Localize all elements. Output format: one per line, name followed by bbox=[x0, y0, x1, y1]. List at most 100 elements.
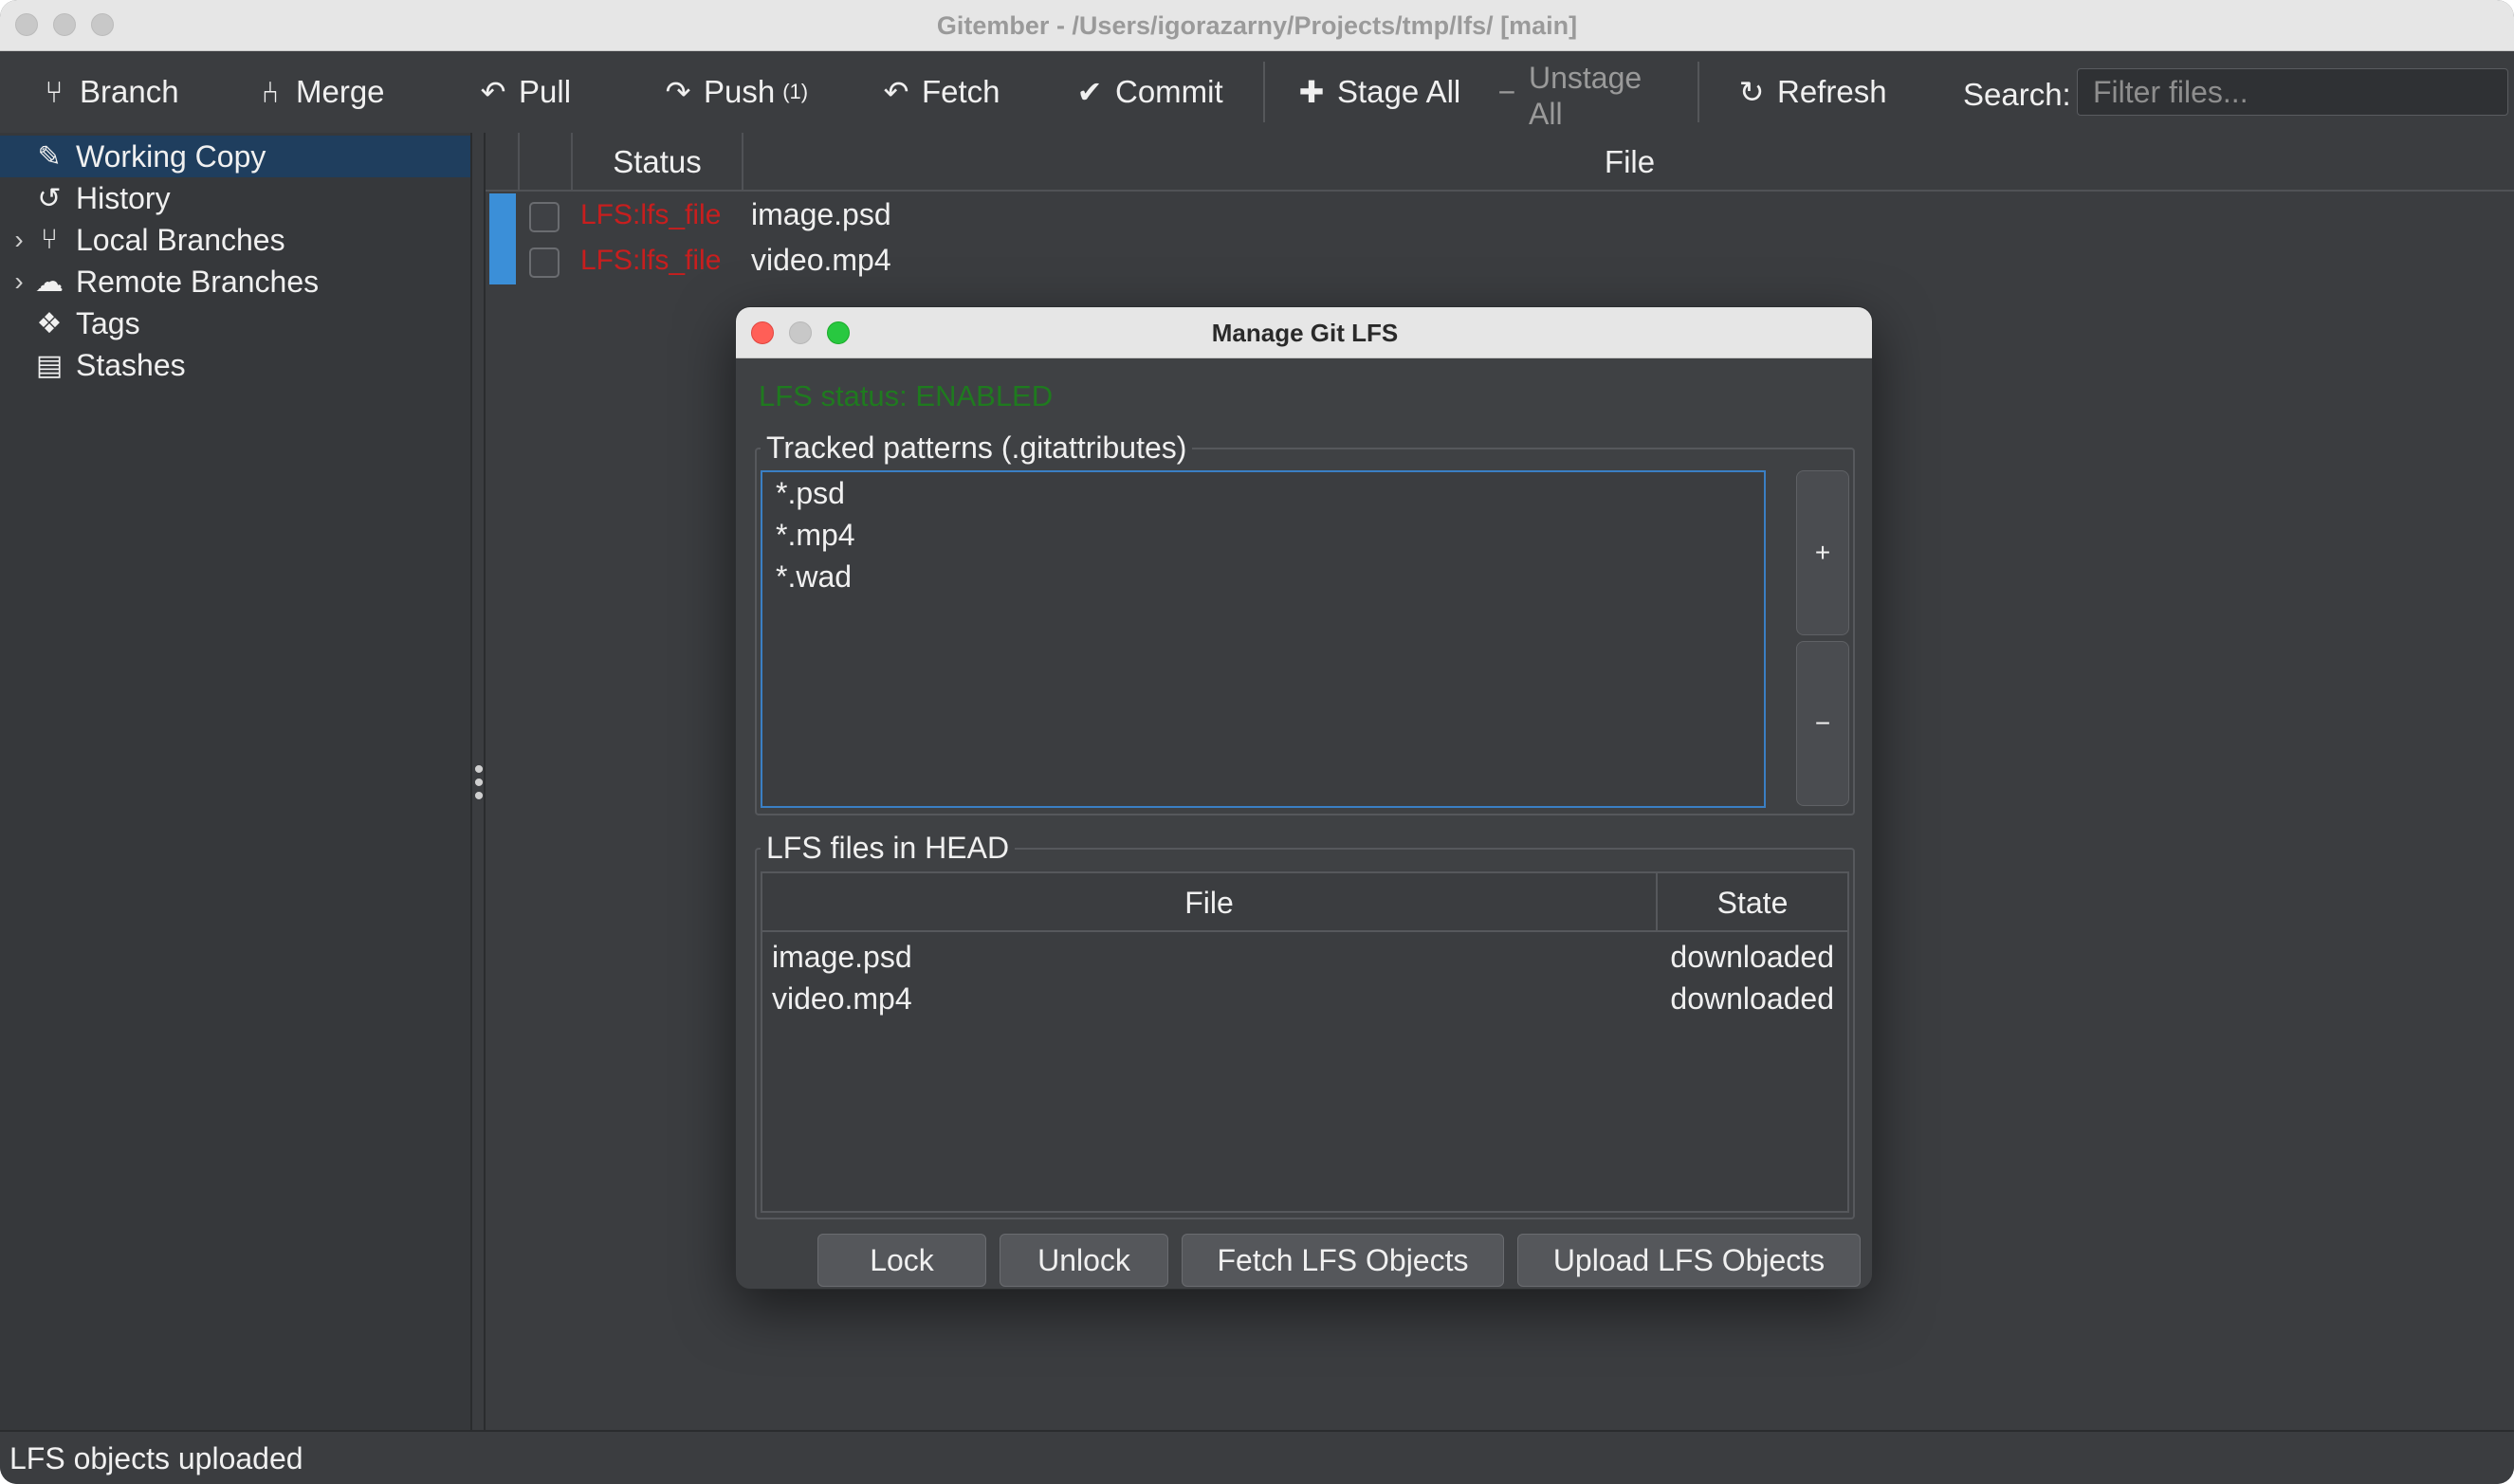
sidebar-item-history[interactable]: ↺ History bbox=[0, 177, 470, 219]
row-marker bbox=[489, 193, 516, 239]
lfs-files-header: File State bbox=[762, 873, 1847, 932]
pattern-item[interactable]: *.mp4 bbox=[776, 518, 855, 553]
push-button[interactable]: ↷ Push (1) bbox=[662, 65, 809, 119]
dialog-title: Manage Git LFS bbox=[1211, 319, 1399, 347]
upload-lfs-objects-button[interactable]: Upload LFS Objects bbox=[1517, 1234, 1861, 1287]
window-title: Gitember - /Users/igorazarny/Projects/tm… bbox=[936, 11, 1578, 40]
title-bar: Gitember - /Users/igorazarny/Projects/tm… bbox=[0, 0, 2514, 51]
lfs-file-state: downloaded bbox=[1670, 981, 1834, 1016]
status-column-header[interactable]: Status bbox=[573, 133, 743, 192]
sidebar-item-label: Tags bbox=[76, 305, 140, 340]
merge-label: Merge bbox=[296, 74, 385, 109]
dialog-title-bar: Manage Git LFS bbox=[736, 307, 1872, 358]
branch-icon: ⑂ bbox=[41, 224, 58, 255]
commit-label: Commit bbox=[1115, 74, 1223, 109]
manage-lfs-dialog: Manage Git LFS LFS status: ENABLED Track… bbox=[735, 306, 1873, 1290]
sidebar-item-label: Local Branches bbox=[76, 222, 285, 257]
lock-button[interactable]: Lock bbox=[817, 1234, 986, 1287]
stripe-column-header bbox=[486, 133, 520, 192]
push-count-badge: (1) bbox=[782, 80, 809, 103]
fetch-label: Fetch bbox=[922, 74, 1000, 109]
lfs-file-state: downloaded bbox=[1670, 940, 1834, 974]
file-row[interactable]: LFS:lfs_file image.psd bbox=[486, 193, 2514, 239]
unstage-line-1: Unstage bbox=[1529, 61, 1642, 95]
stage-checkbox[interactable] bbox=[529, 247, 560, 278]
merge-button[interactable]: ⑃ Merge bbox=[254, 65, 385, 119]
app-window: Gitember - /Users/igorazarny/Projects/tm… bbox=[0, 0, 2514, 1484]
checkbox-column-header bbox=[520, 133, 573, 192]
add-pattern-button[interactable]: + bbox=[1796, 470, 1849, 635]
undo-arrow-icon: ↶ bbox=[480, 75, 506, 109]
stage-all-label: Stage All bbox=[1337, 74, 1461, 109]
chevron-right-icon[interactable]: › bbox=[6, 225, 32, 255]
file-name: video.mp4 bbox=[751, 243, 891, 277]
sidebar-item-working-copy[interactable]: ✎ Working Copy bbox=[0, 136, 470, 177]
merge-icon: ⑃ bbox=[261, 74, 280, 109]
edit-icon: ✎ bbox=[37, 140, 62, 173]
patterns-list[interactable]: *.psd *.mp4 *.wad bbox=[761, 470, 1766, 808]
lfs-files-label: LFS files in HEAD bbox=[761, 831, 1016, 866]
plus-icon: ✚ bbox=[1298, 75, 1325, 109]
pattern-item[interactable]: *.psd bbox=[776, 476, 845, 511]
sidebar-item-stashes[interactable]: ▤ Stashes bbox=[0, 344, 470, 386]
sidebar-item-label: History bbox=[76, 180, 171, 215]
refresh-button[interactable]: ↻ Refresh bbox=[1735, 65, 1887, 119]
pull-label: Pull bbox=[519, 74, 572, 109]
file-row[interactable]: LFS:lfs_file video.mp4 bbox=[486, 239, 2514, 284]
stage-all-button[interactable]: ✚ Stage All bbox=[1295, 65, 1461, 119]
status-message: LFS objects uploaded bbox=[9, 1441, 303, 1475]
lfs-file-name: image.psd bbox=[772, 940, 912, 974]
sidebar-item-remote-branches[interactable]: › ☁ Remote Branches bbox=[0, 261, 470, 302]
branch-label: Branch bbox=[80, 74, 179, 109]
lfs-file-name: video.mp4 bbox=[772, 981, 912, 1016]
status-bar: LFS objects uploaded bbox=[0, 1430, 2514, 1484]
tracked-patterns-label: Tracked patterns (.gitattributes) bbox=[761, 431, 1193, 466]
fetch-arrow-icon: ↶ bbox=[883, 75, 909, 109]
cloud-icon: ☁ bbox=[35, 266, 64, 298]
lfs-file-column-header[interactable]: File bbox=[762, 873, 1658, 932]
fetch-lfs-objects-button[interactable]: Fetch LFS Objects bbox=[1182, 1234, 1504, 1287]
lfs-state-column-header[interactable]: State bbox=[1658, 873, 1847, 932]
pattern-item[interactable]: *.wad bbox=[776, 559, 852, 595]
toolbar-divider bbox=[1263, 62, 1265, 122]
search-label: Search: bbox=[1963, 77, 2071, 112]
file-status: LFS:lfs_file bbox=[580, 245, 722, 276]
unstage-all-label: Unstage All bbox=[1529, 60, 1642, 132]
file-list-header: Status File bbox=[486, 133, 2514, 192]
file-name: image.psd bbox=[751, 197, 891, 231]
branch-button[interactable]: ⑂ Branch bbox=[38, 65, 179, 119]
sidebar-item-tags[interactable]: ❖ Tags bbox=[0, 302, 470, 344]
remove-pattern-button[interactable]: − bbox=[1796, 641, 1849, 806]
fetch-button[interactable]: ↶ Fetch bbox=[880, 65, 1000, 119]
tags-icon: ❖ bbox=[36, 307, 63, 339]
commit-button[interactable]: ✔ Commit bbox=[1073, 65, 1223, 119]
lfs-file-row[interactable]: image.psd downloaded bbox=[762, 936, 1847, 978]
unlock-button[interactable]: Unlock bbox=[1000, 1234, 1168, 1287]
sidebar-item-label: Remote Branches bbox=[76, 264, 320, 299]
archive-icon: ▤ bbox=[35, 349, 64, 381]
pull-button[interactable]: ↶ Pull bbox=[477, 65, 571, 119]
stage-checkbox[interactable] bbox=[529, 202, 560, 232]
sidebar-item-label: Working Copy bbox=[76, 138, 266, 174]
chevron-right-icon[interactable]: › bbox=[6, 266, 32, 297]
file-status: LFS:lfs_file bbox=[580, 199, 722, 230]
search-input[interactable] bbox=[2077, 68, 2508, 116]
sidebar: ✎ Working Copy ↺ History › ⑂ Local Branc… bbox=[0, 133, 472, 1430]
check-icon: ✔ bbox=[1076, 75, 1103, 109]
minus-icon: − bbox=[1497, 75, 1516, 109]
lfs-files-table: File State image.psd downloaded video.mp… bbox=[761, 871, 1849, 1213]
sidebar-item-local-branches[interactable]: › ⑂ Local Branches bbox=[0, 219, 470, 261]
sidebar-item-label: Stashes bbox=[76, 347, 186, 382]
lfs-status-label: LFS status: ENABLED bbox=[759, 379, 1054, 412]
lfs-file-row[interactable]: video.mp4 downloaded bbox=[762, 978, 1847, 1019]
toolbar-divider bbox=[1697, 62, 1699, 122]
file-column-header[interactable]: File bbox=[743, 133, 2514, 192]
toolbar: ⑂ Branch ⑃ Merge ↶ Pull ↷ Push (1) ↶ Fet… bbox=[0, 52, 2514, 132]
branch-icon: ⑂ bbox=[45, 74, 64, 109]
push-label: Push bbox=[704, 74, 776, 109]
refresh-icon: ↻ bbox=[1738, 75, 1765, 109]
refresh-label: Refresh bbox=[1777, 74, 1887, 109]
history-icon: ↺ bbox=[37, 182, 62, 214]
unstage-line-2: All bbox=[1529, 97, 1563, 131]
share-arrow-icon: ↷ bbox=[665, 75, 691, 109]
